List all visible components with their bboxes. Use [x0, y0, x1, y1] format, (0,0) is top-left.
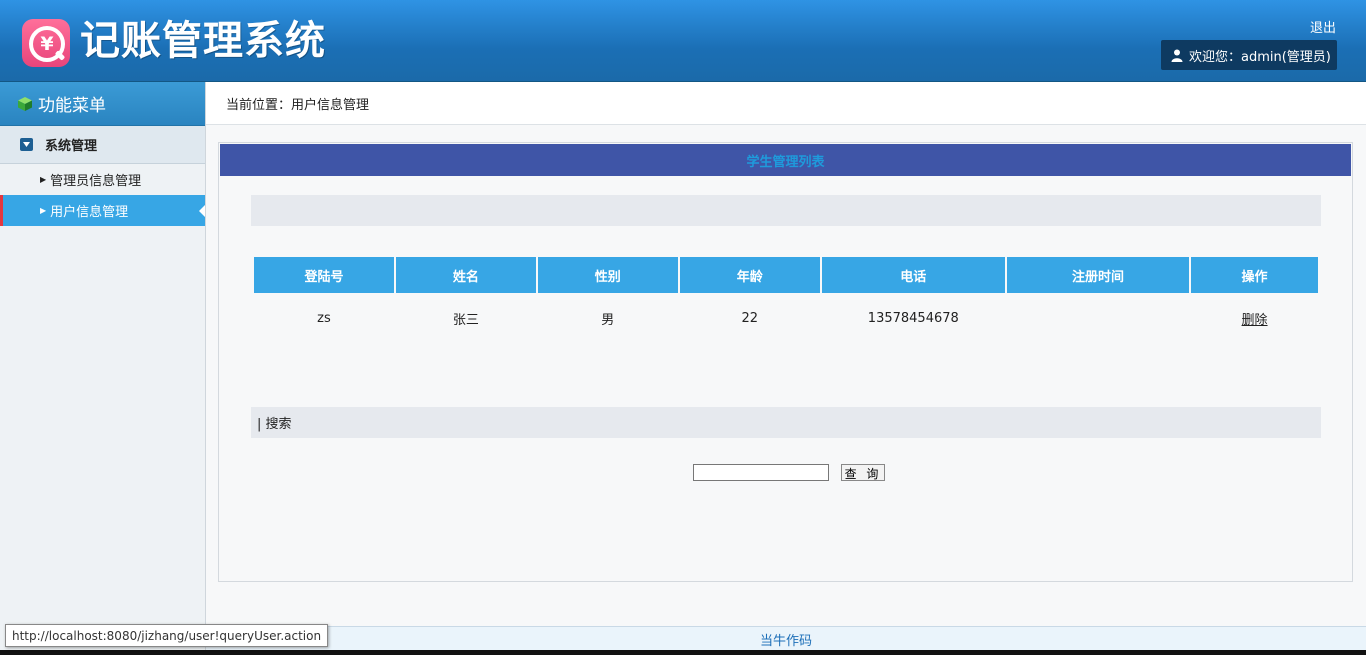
cell-name: 张三: [452, 312, 479, 328]
search-section-label: | 搜索: [257, 417, 292, 432]
cube-icon: [18, 96, 32, 111]
cell-login: zs: [317, 310, 331, 326]
sidebar: 功能菜单 系统管理 ▶ 管理员信息管理 ▶ 用户信息管理: [0, 82, 206, 655]
app-title: 记账管理系统: [80, 18, 326, 64]
col-reg-time: 注册时间: [1006, 257, 1190, 293]
col-gender: 性别: [537, 257, 678, 293]
cell-age: 22: [741, 310, 758, 326]
caret-right-icon: ▶: [40, 175, 47, 184]
footer: 当牛作码: [206, 626, 1366, 651]
menu-header: 功能菜单: [0, 82, 205, 126]
col-name: 姓名: [395, 257, 536, 293]
cell-gender: 男: [601, 312, 615, 328]
content-panel: 学生管理列表 登陆号 姓名 性别 年龄 电话 注册时间 操作 zs 张三 男 2…: [218, 142, 1353, 582]
sidebar-item-label: 用户信息管理: [50, 205, 129, 220]
user-table: 登陆号 姓名 性别 年龄 电话 注册时间 操作 zs 张三 男 22 13578…: [252, 257, 1320, 343]
col-age: 年龄: [679, 257, 820, 293]
delete-link[interactable]: 删除: [1242, 313, 1268, 328]
welcome-badge: 欢迎您：admin(管理员): [1161, 40, 1337, 70]
group-system-management[interactable]: 系统管理: [0, 126, 205, 164]
status-url: http://localhost:8080/jizhang/user!query…: [12, 628, 322, 643]
top-header: ¥ 记账管理系统 退出 欢迎您：admin(管理员): [0, 0, 1366, 82]
breadcrumb-text: 当前位置：用户信息管理: [226, 97, 370, 113]
query-button[interactable]: 查 询: [841, 464, 885, 481]
group-title: 系统管理: [45, 139, 98, 154]
table-header-row: 登陆号 姓名 性别 年龄 电话 注册时间 操作: [254, 257, 1318, 293]
breadcrumb: 当前位置：用户信息管理: [206, 82, 1366, 125]
footer-text: 当牛作码: [759, 633, 812, 649]
table-row: zs 张三 男 22 13578454678 删除: [254, 293, 1318, 343]
search-input[interactable]: [693, 464, 829, 481]
search-row: 查 询: [693, 464, 885, 481]
collapse-icon[interactable]: [20, 138, 33, 151]
sidebar-item-admin-info[interactable]: ▶ 管理员信息管理: [0, 164, 205, 195]
toolbar-bar: [251, 195, 1321, 226]
sidebar-item-user-info[interactable]: ▶ 用户信息管理: [0, 195, 205, 226]
cell-phone: 13578454678: [867, 310, 959, 326]
col-login: 登陆号: [254, 257, 394, 293]
logo-icon: ¥: [22, 19, 70, 67]
sidebar-item-label: 管理员信息管理: [50, 174, 142, 189]
search-section-header: | 搜索: [251, 407, 1321, 438]
user-icon: [1171, 49, 1183, 62]
col-action: 操作: [1191, 257, 1318, 293]
panel-title: 学生管理列表: [220, 144, 1351, 176]
cell-action: 删除: [1191, 293, 1318, 343]
caret-right-icon: ▶: [40, 206, 47, 215]
welcome-text: 欢迎您：admin(管理员): [1189, 49, 1331, 65]
menu-title: 功能菜单: [38, 96, 106, 116]
bottom-strip: [0, 650, 1366, 655]
status-url-tooltip: http://localhost:8080/jizhang/user!query…: [5, 624, 329, 647]
cell-reg-time: [1007, 293, 1189, 343]
col-phone: 电话: [821, 257, 1005, 293]
logout-link[interactable]: 退出: [1310, 17, 1336, 36]
